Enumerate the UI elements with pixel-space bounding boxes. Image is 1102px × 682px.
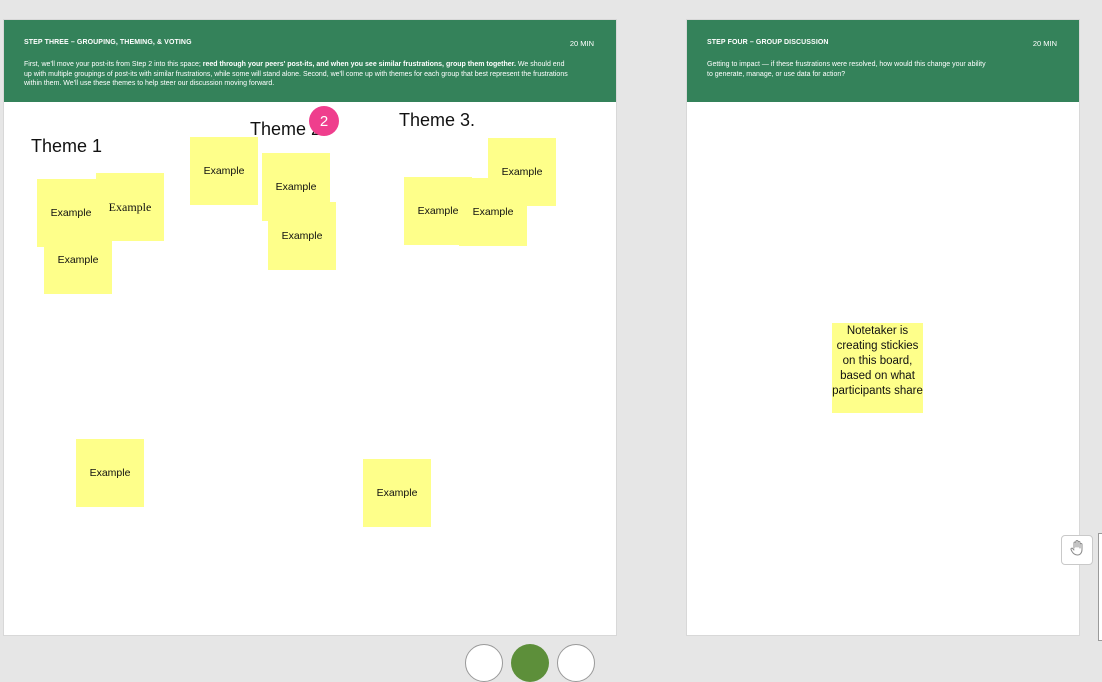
frame-description: First, we'll move your post-its from Ste…	[24, 60, 569, 89]
sticky-note[interactable]: Example	[190, 137, 258, 205]
notetaker-sticky-note[interactable]: Notetaker is creating stickies on this b…	[832, 323, 923, 413]
sticky-note[interactable]: Example	[459, 178, 527, 246]
frame-time: 20 MIN	[569, 39, 594, 48]
nav-circle-current[interactable]	[511, 644, 549, 682]
frame-time: 20 MIN	[1032, 39, 1057, 48]
frame-description: Getting to impact — if these frustration…	[707, 61, 986, 78]
frame-step-three[interactable]: STEP THREE – GROUPING, THEMING, & VOTING…	[4, 20, 616, 635]
frame-title: STEP THREE – GROUPING, THEMING, & VOTING	[24, 39, 192, 46]
sticky-note[interactable]: Example	[363, 459, 431, 527]
side-panel-edge[interactable]	[1098, 533, 1102, 641]
nav-circle-next[interactable]	[557, 644, 595, 682]
sticky-note[interactable]: Example	[76, 439, 144, 507]
sticky-note[interactable]: Example	[44, 226, 112, 294]
theme-title-1[interactable]: Theme 1	[31, 136, 102, 157]
desc-bold-text: reed through your peers' post-its, and w…	[202, 61, 516, 68]
sticky-note[interactable]: Example	[268, 202, 336, 270]
hand-tool-button[interactable]	[1061, 535, 1093, 565]
frame-header: STEP THREE – GROUPING, THEMING, & VOTING…	[4, 20, 616, 102]
nav-circle-prev[interactable]	[465, 644, 503, 682]
frame-title: STEP FOUR – GROUP DISCUSSION	[707, 39, 829, 46]
collaborator-count-badge[interactable]: 2	[309, 106, 339, 136]
theme-title-3[interactable]: Theme 3.	[399, 110, 475, 131]
desc-text: First, we'll move your post-its from Ste…	[24, 61, 203, 68]
frame-header: STEP FOUR – GROUP DISCUSSION 20 MIN Gett…	[687, 20, 1079, 102]
hand-icon	[1069, 539, 1085, 561]
